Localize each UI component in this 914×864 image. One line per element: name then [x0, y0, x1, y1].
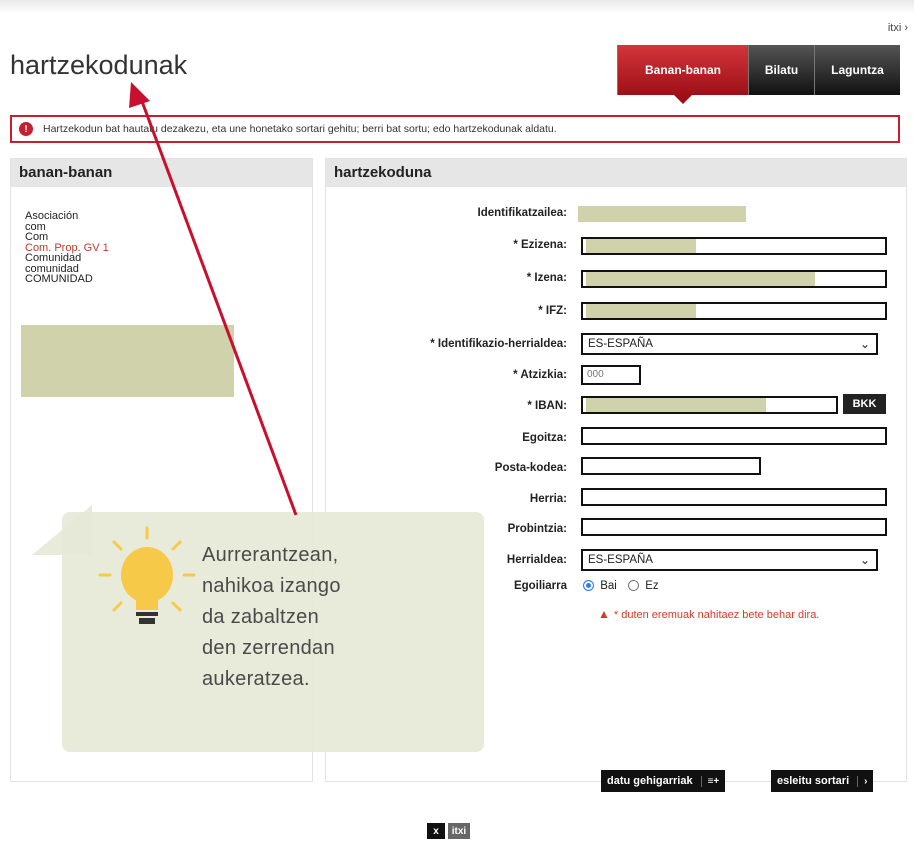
- top-band: [0, 0, 914, 14]
- list-item[interactable]: Comunidad: [25, 253, 109, 264]
- label-ifz: * IFZ:: [538, 305, 567, 317]
- callout-line: den zerrendan: [202, 637, 335, 659]
- herrialdea-select[interactable]: ES-ESPAÑA ⌄: [581, 549, 878, 571]
- radio-ez[interactable]: [628, 580, 640, 592]
- label-posta-kodea: Posta-kodea:: [494, 462, 567, 474]
- label-egoiliarra: Egoiliarra: [513, 580, 567, 592]
- callout-line: da zabaltzen: [202, 606, 320, 628]
- label-herria: Herria:: [529, 493, 567, 505]
- left-panel-title: banan-banan: [11, 159, 312, 187]
- probintzia-input[interactable]: [581, 518, 887, 536]
- ifz-input[interactable]: [581, 302, 887, 320]
- chevron-down-icon: ⌄: [859, 553, 870, 567]
- button-label: datu gehigarriak: [607, 775, 693, 787]
- identifier-value-redacted: [578, 206, 746, 222]
- radio-bai-label: Bai: [600, 580, 617, 592]
- radio-bai[interactable]: [583, 580, 594, 592]
- form-title: hartzekoduna: [326, 159, 906, 187]
- label-identifikazio-herrialdea: * Identifikazio-herrialdea:: [430, 338, 567, 350]
- tab-bilatu[interactable]: Bilatu: [748, 45, 814, 95]
- page-title: hartzekodunak: [10, 50, 188, 80]
- lightbulb-icon: [98, 526, 196, 624]
- datu-gehigarriak-button[interactable]: datu gehigarriak ≡+: [601, 770, 726, 792]
- info-text: Hartzekodun bat hautatu dezakezu, eta un…: [43, 123, 557, 135]
- herria-input[interactable]: [581, 488, 887, 506]
- egoiliarra-radios: Bai Ez: [583, 580, 659, 592]
- add-data-icon: ≡+: [700, 775, 719, 787]
- required-warning: ▲ * duten eremuak nahitaez bete behar dir…: [598, 607, 819, 621]
- warning-icon: ▲: [598, 607, 610, 621]
- select-value: ES-ESPAÑA: [588, 338, 653, 350]
- tab-banan-banan[interactable]: Banan-banan: [617, 45, 748, 104]
- warning-text: * duten eremuak nahitaez bete behar dira…: [613, 609, 820, 621]
- tab-bar: Banan-banan Bilatu Laguntza: [617, 45, 900, 104]
- chevron-right-icon: ›: [857, 775, 867, 787]
- bkk-button[interactable]: BKK: [843, 394, 886, 414]
- info-bar: ! Hartzekodun bat hautatu dezakezu, eta …: [10, 115, 900, 143]
- label-herrialdea: Herrialdea:: [506, 554, 567, 566]
- button-label: esleitu sortari: [777, 775, 850, 787]
- callout-line: nahikoa izango: [202, 575, 341, 597]
- identifikazio-herrialdea-select[interactable]: ES-ESPAÑA ⌄: [581, 333, 878, 355]
- posta-kodea-input[interactable]: [581, 457, 761, 475]
- tip-callout: Aurrerantzean, nahikoa izango da zabaltz…: [32, 505, 484, 752]
- close-icon[interactable]: x: [427, 823, 445, 839]
- ezizena-input[interactable]: [581, 237, 887, 255]
- label-egoitza: Egoitza:: [522, 432, 567, 444]
- callout-line: Aurrerantzean,: [202, 544, 339, 566]
- close-link[interactable]: itxi ›: [888, 22, 908, 34]
- label-ezizena: * Ezizena:: [513, 239, 567, 251]
- atzizkia-input[interactable]: 000: [581, 365, 641, 385]
- label-atzizkia: * Atzizkia:: [513, 369, 567, 381]
- callout-line: aukeratzea.: [202, 668, 310, 690]
- radio-ez-label: Ez: [645, 580, 659, 592]
- bottom-controls: x itxi: [427, 823, 470, 839]
- itxi-button[interactable]: itxi: [448, 823, 470, 839]
- egoitza-input[interactable]: [581, 427, 887, 445]
- list-item[interactable]: Asociación: [25, 211, 109, 222]
- iban-input[interactable]: [581, 396, 838, 414]
- label-identifikatzailea: Identifikatzailea:: [477, 207, 567, 219]
- list-item[interactable]: COMUNIDAD: [25, 274, 109, 285]
- label-probintzia: Probintzia:: [507, 523, 567, 535]
- redacted-block: [21, 325, 234, 397]
- label-izena: * Izena:: [526, 272, 567, 284]
- alert-icon: !: [19, 122, 33, 136]
- tab-laguntza[interactable]: Laguntza: [814, 45, 900, 95]
- chevron-down-icon: ⌄: [859, 337, 870, 351]
- select-value: ES-ESPAÑA: [588, 554, 653, 566]
- label-iban: * IBAN:: [527, 400, 567, 412]
- esleitu-sortari-button[interactable]: esleitu sortari ›: [771, 770, 874, 792]
- creditor-list: Asociación com Com Com. Prop. GV 1 Comun…: [25, 211, 109, 285]
- callout-text: Aurrerantzean, nahikoa izango da zabaltz…: [202, 540, 341, 695]
- izena-input[interactable]: [581, 270, 887, 288]
- list-item[interactable]: Com: [25, 232, 109, 243]
